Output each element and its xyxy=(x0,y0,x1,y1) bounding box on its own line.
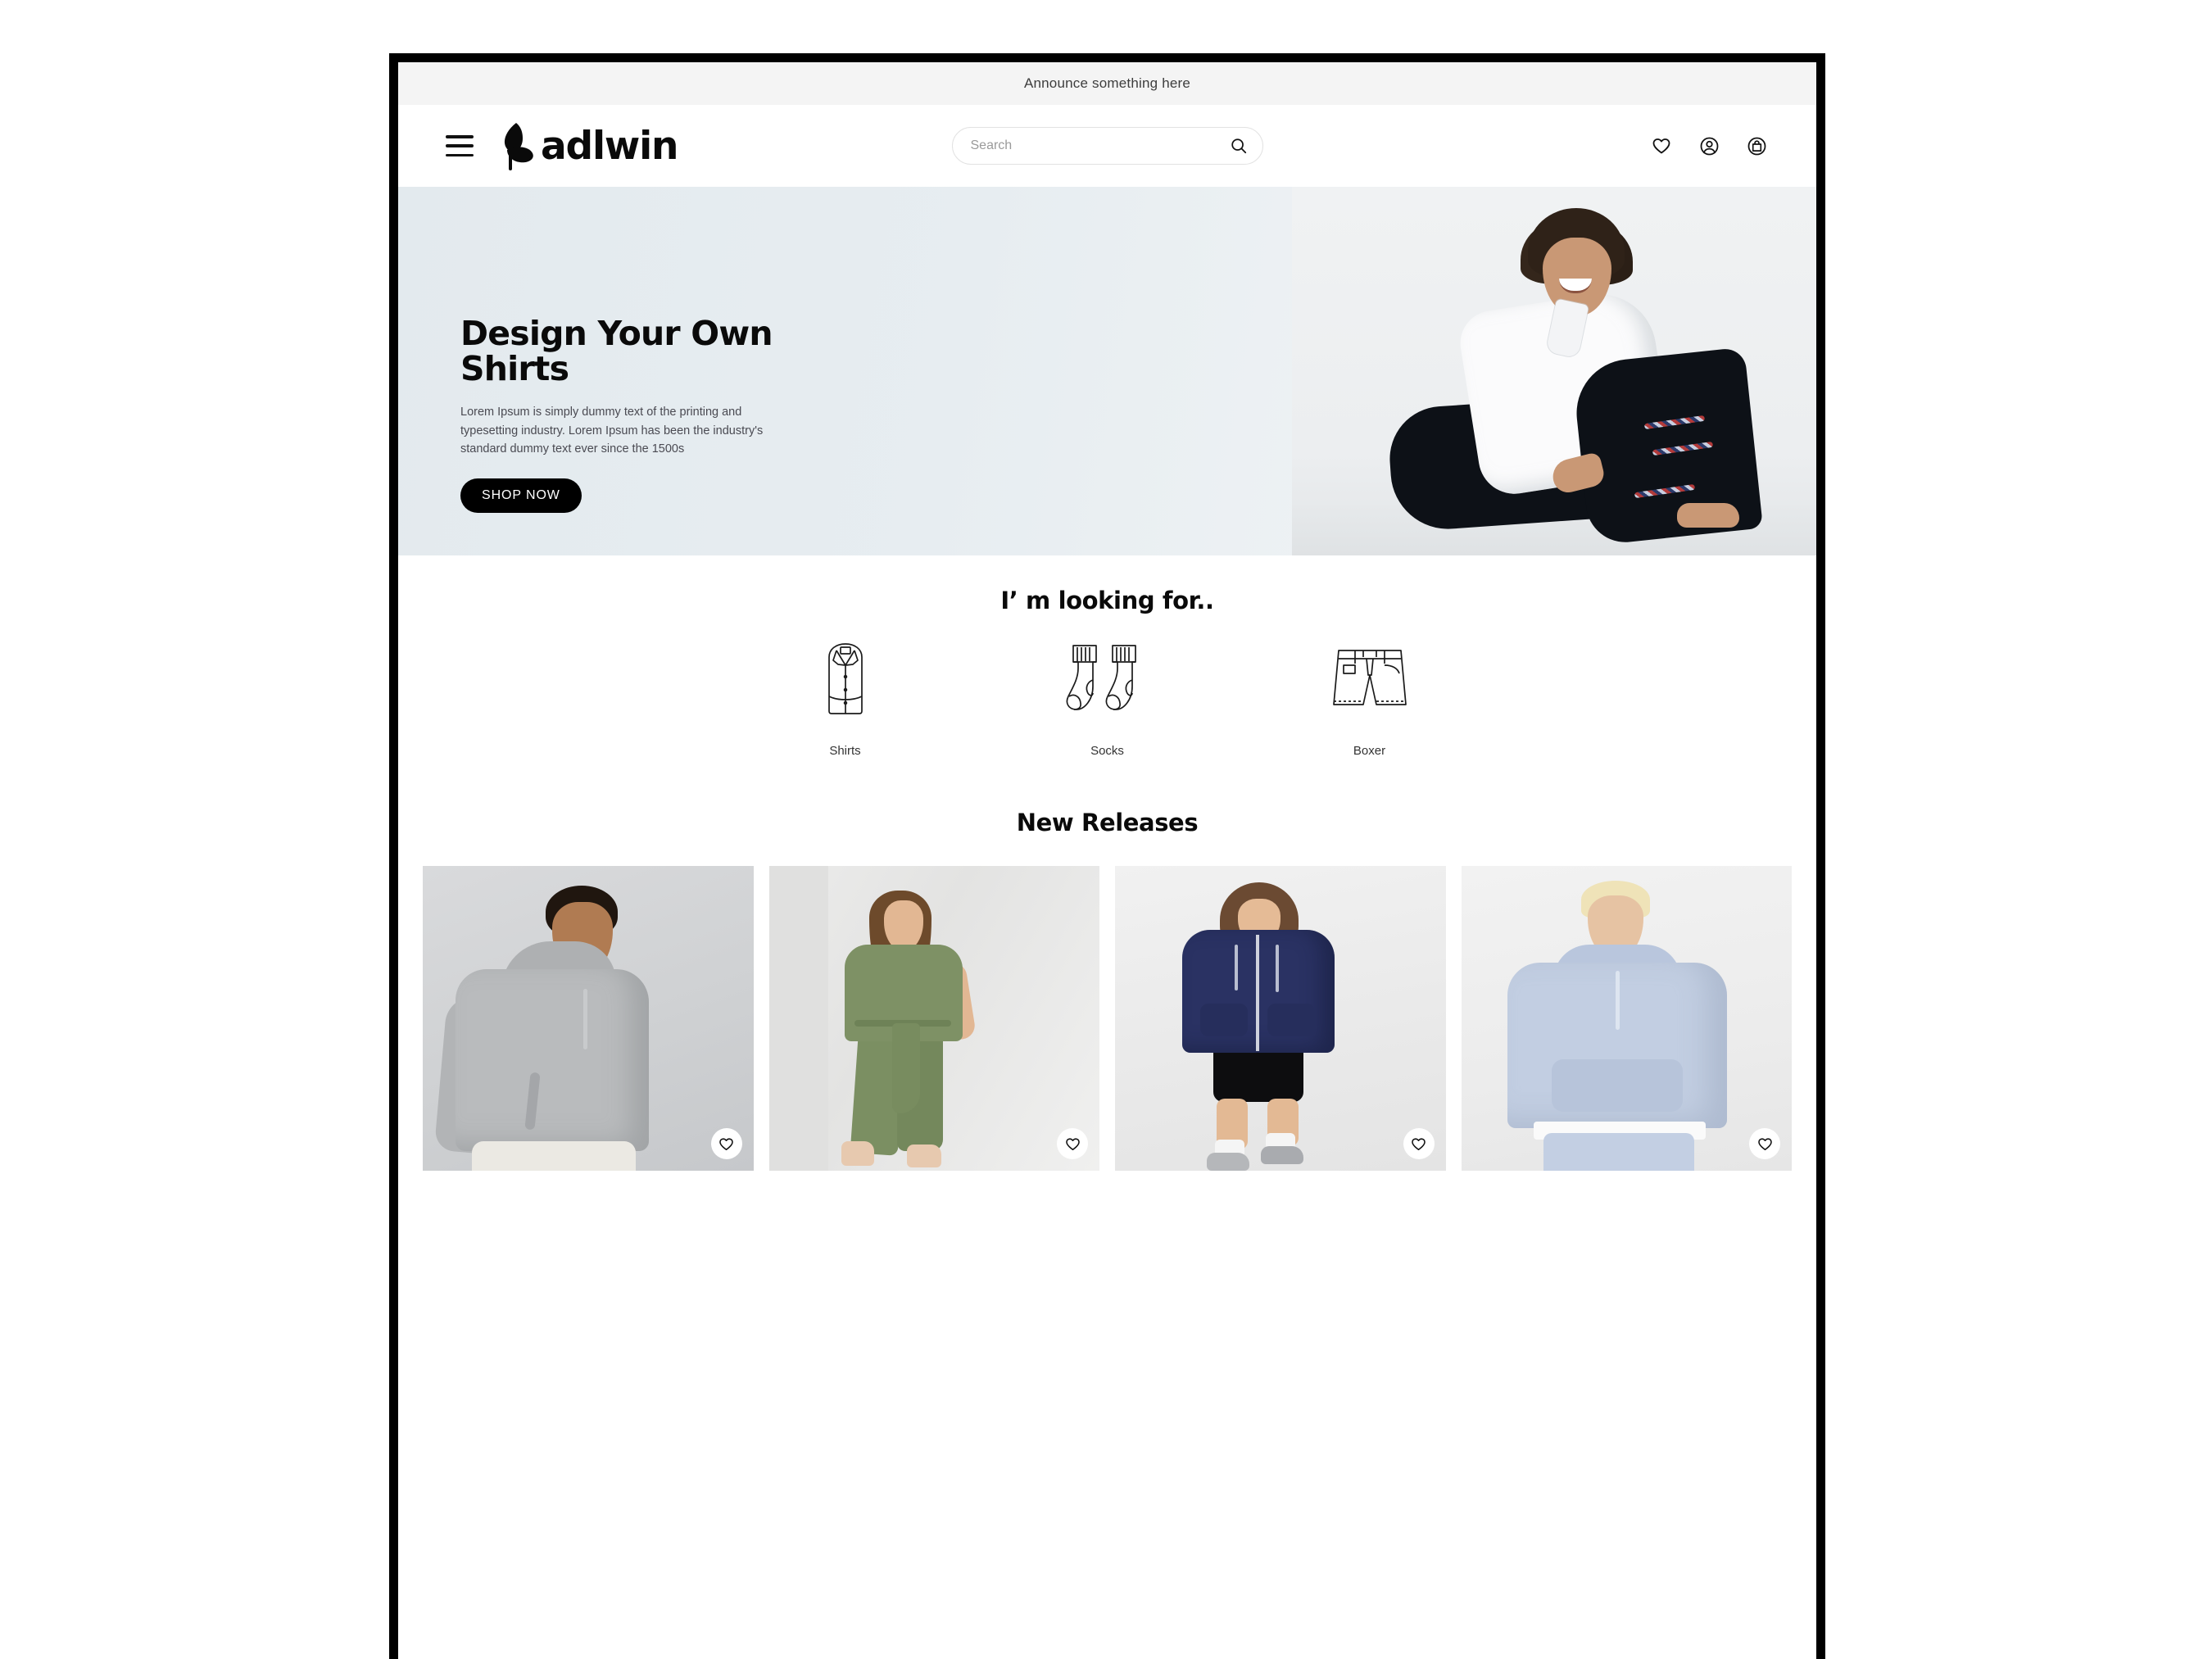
heart-icon xyxy=(1652,138,1670,154)
hero-subtitle: Lorem Ipsum is simply dummy text of the … xyxy=(460,406,764,456)
hoodie-pocket xyxy=(1200,1004,1248,1036)
cart-button[interactable] xyxy=(1743,132,1770,160)
heart-icon xyxy=(1412,1137,1426,1150)
hamburger-bar xyxy=(446,153,474,156)
hero-banner: Design Your Own Shirts Lorem Ipsum is si… xyxy=(398,187,1816,555)
model-shoe xyxy=(841,1141,874,1166)
hoodie-drawcord xyxy=(1235,945,1238,990)
site-header: adlwin xyxy=(398,105,1816,187)
new-releases-section: New Releases xyxy=(398,758,1816,1185)
page-root: Announce something here adlwin Search De… xyxy=(398,62,1816,1659)
hoodie-drawcord xyxy=(1276,945,1279,992)
bike-shorts xyxy=(1213,1046,1303,1102)
brand-logo[interactable]: adlwin xyxy=(496,120,678,171)
search-box[interactable] xyxy=(951,127,1263,165)
announcement-text: Announce something here xyxy=(1023,75,1191,91)
new-releases-title: New Releases xyxy=(1016,809,1199,836)
heart-icon xyxy=(1065,1137,1080,1150)
hero-model-foot xyxy=(1677,503,1739,528)
categories-row: Shirts Socks Boxer xyxy=(398,639,1816,758)
hamburger-bar xyxy=(446,135,474,138)
header-actions xyxy=(1648,132,1770,160)
hero-copy: Design Your Own Shirts Lorem Ipsum is si… xyxy=(460,314,821,513)
categories-section: I’ m looking for.. Shirts Socks Boxer xyxy=(398,555,1816,758)
hero-title: Design Your Own Shirts xyxy=(460,314,773,389)
search-input[interactable] xyxy=(970,138,1230,153)
product-card[interactable] xyxy=(768,866,1099,1185)
category-socks[interactable]: Socks xyxy=(1050,639,1165,758)
model-sneaker xyxy=(1261,1146,1303,1164)
jumpsuit-sash xyxy=(891,1023,920,1113)
search-container xyxy=(951,127,1263,165)
hero-image xyxy=(1292,187,1816,555)
sweatpants xyxy=(1543,1133,1694,1171)
hoodie-body xyxy=(456,969,649,1151)
wishlist-button[interactable] xyxy=(1648,132,1675,160)
wishlist-toggle[interactable] xyxy=(1749,1128,1780,1159)
folded-shirt-icon xyxy=(811,639,880,718)
product-image[interactable] xyxy=(423,866,754,1171)
hoodie-zipper xyxy=(1256,935,1259,1051)
model-shoe xyxy=(906,1145,941,1167)
socks-pair-icon xyxy=(1063,639,1152,718)
search-icon[interactable] xyxy=(1230,137,1248,155)
account-button[interactable] xyxy=(1695,132,1723,160)
model-sneaker xyxy=(1207,1153,1249,1171)
shorts-icon xyxy=(1327,639,1412,718)
heart-icon xyxy=(719,1137,733,1150)
wishlist-toggle[interactable] xyxy=(1403,1128,1435,1159)
brand-name: adlwin xyxy=(541,123,678,169)
wishlist-toggle[interactable] xyxy=(1057,1128,1088,1159)
hamburger-menu-icon[interactable] xyxy=(446,135,474,156)
shopping-bag-icon xyxy=(1747,137,1766,155)
hoodie-drawcord xyxy=(1615,971,1620,1030)
product-card[interactable] xyxy=(1461,866,1792,1185)
hoodie-drawcord xyxy=(583,989,587,1049)
product-image[interactable] xyxy=(1461,866,1792,1171)
category-label: Shirts xyxy=(829,744,861,758)
wishlist-toggle[interactable] xyxy=(710,1128,742,1159)
shop-now-button[interactable]: SHOP NOW xyxy=(460,478,582,513)
category-shirts[interactable]: Shirts xyxy=(788,639,903,758)
categories-title: I’ m looking for.. xyxy=(1000,587,1214,614)
studio-wall xyxy=(768,866,828,1171)
product-card[interactable] xyxy=(423,866,754,1185)
product-grid xyxy=(398,866,1816,1185)
product-image[interactable] xyxy=(768,866,1099,1171)
user-circle-icon xyxy=(1700,137,1718,155)
heart-icon xyxy=(1757,1137,1772,1150)
category-label: Socks xyxy=(1090,744,1124,758)
hoodie-pocket xyxy=(1551,1059,1683,1112)
category-label: Boxer xyxy=(1353,744,1386,758)
hoodie-pocket xyxy=(1267,1004,1315,1036)
leaf-logo-icon xyxy=(504,123,533,170)
browser-viewport: Announce something here adlwin Search De… xyxy=(389,53,1825,1659)
product-card[interactable] xyxy=(1115,866,1446,1185)
category-boxer[interactable]: Boxer xyxy=(1312,639,1427,758)
product-image[interactable] xyxy=(1115,866,1446,1171)
hamburger-bar xyxy=(446,144,474,147)
announcement-bar: Announce something here xyxy=(398,62,1816,105)
model-pants xyxy=(472,1141,636,1171)
